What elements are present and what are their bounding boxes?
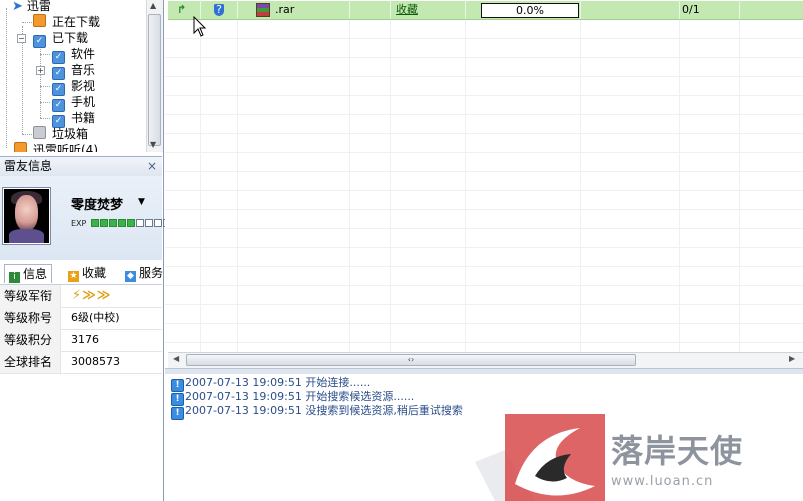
- tree-item-downloading[interactable]: 正在下载: [33, 14, 100, 30]
- avatar[interactable]: [3, 188, 50, 244]
- exp-segment: [91, 219, 99, 227]
- task-progress: 0.0%: [481, 3, 579, 18]
- info-row-title: 等级称号 6级(中校): [0, 307, 162, 330]
- exp-segment: [109, 219, 117, 227]
- info-icon: i: [9, 272, 20, 283]
- mouse-cursor-icon: [193, 16, 207, 37]
- task-row[interactable]: ↱ ? .rar 收藏 0.0% 0/1: [168, 1, 803, 20]
- username[interactable]: 零度焚梦: [71, 194, 123, 213]
- exp-segment: [100, 219, 108, 227]
- tree-item-trash[interactable]: 垃圾箱: [33, 126, 88, 142]
- task-resource-ratio: 0/1: [682, 3, 700, 16]
- log-line: ! 2007-07-13 19:09:51 没搜索到候选资源,稍后重试搜索: [171, 404, 463, 420]
- exp-label: EXP: [71, 219, 87, 228]
- tree-scroll-thumb[interactable]: [148, 14, 161, 146]
- tree-item-video[interactable]: 影视: [52, 78, 95, 96]
- downloading-folder-icon: [33, 14, 46, 27]
- star-icon: ★: [68, 271, 79, 282]
- task-list[interactable]: [165, 0, 803, 352]
- tree-item-software[interactable]: 软件: [52, 46, 95, 64]
- task-filename: .rar: [275, 3, 295, 16]
- tree-root-thunder[interactable]: ➤ 迅雷: [12, 0, 51, 14]
- chevron-down-icon[interactable]: ▼: [138, 197, 145, 207]
- left-pane: ➤迅雷 正在下载 − 已下载 软件 + 音乐 影视 手机 书籍 垃圾箱 迅雷听: [0, 0, 180, 501]
- tree-scrollbar[interactable]: ▲ ▼: [146, 0, 163, 152]
- shield-icon: ?: [214, 4, 224, 16]
- close-icon[interactable]: ×: [147, 158, 157, 175]
- collect-link[interactable]: 收藏: [396, 1, 418, 19]
- friend-info-tabs: i 信息 ★ 收藏 ◆ 服务: [0, 262, 163, 285]
- scroll-left-arrow-icon[interactable]: ◀: [173, 354, 179, 363]
- watermark-text: 落岸天使: [611, 432, 744, 470]
- tab-collect[interactable]: ★ 收藏: [64, 264, 110, 282]
- info-row-global-rank: 全球排名 3008573: [0, 351, 162, 374]
- exp-segment: [136, 219, 144, 227]
- rar-file-icon: [256, 3, 270, 17]
- exp-segment: [118, 219, 126, 227]
- tab-info[interactable]: i 信息: [4, 264, 53, 283]
- tree-item-mobile[interactable]: 手机: [52, 94, 95, 112]
- hscroll-thumb[interactable]: ‹›: [186, 354, 636, 366]
- scroll-right-arrow-icon[interactable]: ▶: [789, 354, 795, 363]
- scroll-down-arrow-icon[interactable]: ▼: [150, 140, 156, 149]
- user-card: 零度焚梦 ▼ EXP: [0, 176, 180, 260]
- scroll-up-arrow-icon[interactable]: ▲: [150, 1, 156, 10]
- expand-music-toggle[interactable]: +: [36, 66, 45, 75]
- exp-segment: [145, 219, 153, 227]
- service-icon: ◆: [125, 271, 136, 282]
- tree-item-thunder-listen[interactable]: 迅雷听听(4): [14, 142, 98, 152]
- task-list-hscrollbar[interactable]: ◀ ‹› ▶: [168, 352, 803, 368]
- info-row-points: 等级积分 3176: [0, 329, 162, 352]
- watermark-url: www.luoan.cn: [611, 474, 714, 489]
- thunder-bird-icon: ➤: [12, 0, 23, 14]
- tree-item-downloaded[interactable]: 已下载: [33, 30, 88, 48]
- trash-icon: [33, 126, 46, 139]
- music-folder-icon: [14, 142, 27, 152]
- tree-item-books[interactable]: 书籍: [52, 110, 95, 128]
- exp-segment: [154, 219, 162, 227]
- tree-item-music[interactable]: 音乐: [52, 62, 95, 80]
- info-row-rank: 等级军衔 ⚡ ≫ ≫: [0, 285, 162, 308]
- friend-info-title: 雷友信息: [4, 159, 53, 173]
- friend-info-header: 雷友信息 ×: [0, 156, 162, 177]
- rank-insignia-icon: ⚡ ≫ ≫: [72, 288, 111, 303]
- collapse-downloaded-toggle[interactable]: −: [17, 34, 26, 43]
- restart-arrow-icon[interactable]: ↱: [177, 1, 186, 19]
- info-alert-icon: !: [171, 407, 184, 420]
- log-line: ! 2007-07-13 19:09:51 开始连接......: [171, 376, 370, 392]
- downloaded-folder-icon: [33, 35, 46, 48]
- tab-service[interactable]: ◆ 服务: [121, 264, 167, 282]
- log-line: ! 2007-07-13 19:09:51 开始搜索候选资源......: [171, 390, 414, 406]
- exp-segment: [127, 219, 135, 227]
- category-tree: ➤迅雷 正在下载 − 已下载 软件 + 音乐 影视 手机 书籍 垃圾箱 迅雷听: [0, 0, 146, 152]
